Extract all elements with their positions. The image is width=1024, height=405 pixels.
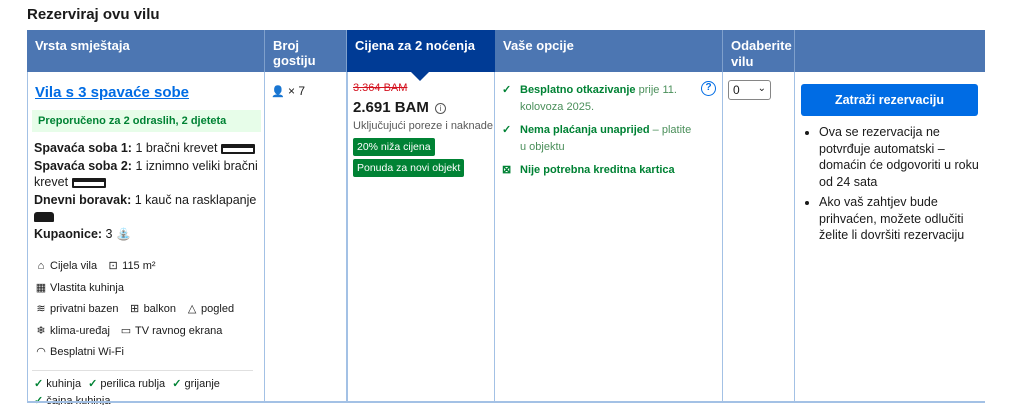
bed-icon (221, 143, 256, 154)
header-guests: Broj gostiju (265, 30, 347, 72)
tv-icon: ▭ (120, 324, 132, 337)
select-cell: 0 ⌄ (723, 72, 795, 402)
bath-icon: ⛲ (115, 226, 131, 241)
reservation-notes: Ova se rezervacija ne potvrđuje automats… (801, 124, 981, 244)
info-icon[interactable]: i (435, 103, 447, 114)
help-icon[interactable]: ? (701, 81, 716, 96)
amenity-check-item: ✓ perilica rublja (88, 377, 166, 390)
bed-icon (72, 177, 107, 188)
table-header: Vrsta smještaja Broj gostiju Cijena za 2… (27, 30, 985, 81)
action-cell: Zatraži rezervaciju Ova se rezervacija n… (795, 72, 985, 402)
no-prepayment-option: ✓ Nema plaćanja unaprijed – platite u obj… (502, 124, 692, 153)
facility-item: ⌂ Cijela vila (34, 256, 97, 278)
pool-icon: ≋ (36, 303, 46, 316)
snowflake-icon: ❄ (36, 324, 46, 337)
facility-item: ▦ Vlastita kuhinja (34, 278, 124, 300)
facility-item: ⊡ 115 m² (106, 256, 156, 278)
facility-item: ◠ Besplatni Wi-Fi (34, 342, 124, 364)
check-icon: ✓ (502, 124, 512, 136)
note-item: Ako vaš zahtjev bude prihvaćen, možete o… (819, 194, 981, 244)
check-icon: ✓ (502, 84, 512, 96)
sofa-icon (34, 211, 54, 222)
bed-item: Spavaća soba 2: 1 iznimno veliki bračni … (34, 158, 258, 190)
discount-badge: 20% niža cijena (353, 138, 435, 156)
chevron-down-icon: ⌄ (757, 83, 766, 94)
guests-cell: 👤 × 7 (265, 72, 347, 402)
bed-item: Kupaonice: 3 ⛲ (34, 226, 131, 241)
facility-item: △ pogled (185, 299, 234, 321)
price-cell: 3.364 BAM 2.691 BAM i Uključujući poreze… (347, 72, 495, 402)
check-icon: ✓ (88, 377, 98, 390)
header-accommodation-type: Vrsta smještaja (27, 30, 265, 72)
guest-count: 👤 × 7 (271, 84, 306, 98)
bed-item: Spavaća soba 1: 1 bračni krevet (34, 140, 259, 157)
balcony-icon: ⊞ (129, 303, 140, 316)
bed-item: Dnevni boravak: 1 kauč na rasklapanje (34, 192, 259, 225)
page-title: Rezerviraj ovu vilu (27, 6, 160, 23)
header-select-villa: Odaberite vilu (723, 30, 795, 72)
check-icon: ✓ (34, 377, 44, 390)
amenity-check-item: ✓ kuhinja (34, 377, 82, 390)
header-options: Vaše opcije (495, 30, 723, 72)
amenity-check-item: ✓ čajna kuhinja (34, 394, 111, 405)
facility-item: ❄ klima-uređaj (34, 321, 110, 343)
area-icon: ⊡ (108, 260, 118, 273)
no-card-icon: ⊠ (502, 164, 512, 176)
facility-list: ⌂ Cijela vila ⊡ 115 m² ▦ Vlastita kuhinja ≋… (32, 256, 259, 364)
new-property-badge: Ponuda za novi objekt (353, 159, 465, 177)
current-price: 2.691 BAM i (353, 99, 494, 116)
kitchen-icon: ▦ (35, 281, 47, 294)
header-price: Cijena za 2 noćenja (347, 30, 495, 81)
request-reservation-button[interactable]: Zatraži rezervaciju (801, 84, 978, 116)
check-icon: ✓ (34, 394, 44, 405)
amenity-check-item: ✓ grijanje (172, 377, 220, 390)
view-icon: △ (187, 303, 197, 316)
house-icon: ⌂ (37, 260, 45, 273)
accommodation-cell: Vila s 3 spavaće sobe Preporučeno za 2 o… (27, 72, 265, 405)
old-price: 3.364 BAM (353, 82, 408, 94)
amenity-checks: ✓ kuhinja ✓ perilica rublja ✓ grijanje ✓ čaj… (32, 371, 259, 405)
tax-note: Uključujući poreze i naknade (353, 120, 494, 132)
villa-quantity-select[interactable]: 0 ⌄ (728, 80, 771, 100)
bed-list: Spavaća soba 1: 1 bračni krevet Spavaća … (32, 140, 259, 242)
facility-item: ≋ privatni bazen (34, 299, 118, 321)
table-row: Vila s 3 spavaće sobe Preporučeno za 2 o… (27, 72, 985, 405)
no-credit-card-option: ⊠ Nije potrebna kreditna kartica (500, 162, 700, 179)
villa-name-link[interactable]: Vila s 3 spavaće sobe (35, 84, 259, 101)
wifi-icon: ◠ (36, 346, 46, 359)
recommended-badge: Preporučeno za 2 odraslih, 2 djeteta (32, 110, 261, 132)
facility-item: ▭ TV ravnog ekrana (119, 321, 223, 343)
check-icon: ✓ (172, 377, 182, 390)
header-action (795, 30, 985, 72)
free-cancellation-option: ✓ Besplatno otkazivanje prije 11. kolovoz… (502, 84, 677, 113)
facility-item: ⊞ balkon (128, 299, 176, 321)
options-cell: ? ✓ Besplatno otkazivanje prije 11. kolov… (495, 72, 723, 402)
note-item: Ova se rezervacija ne potvrđuje automats… (819, 124, 981, 190)
divider (27, 401, 985, 403)
person-icon: 👤 (271, 86, 285, 98)
